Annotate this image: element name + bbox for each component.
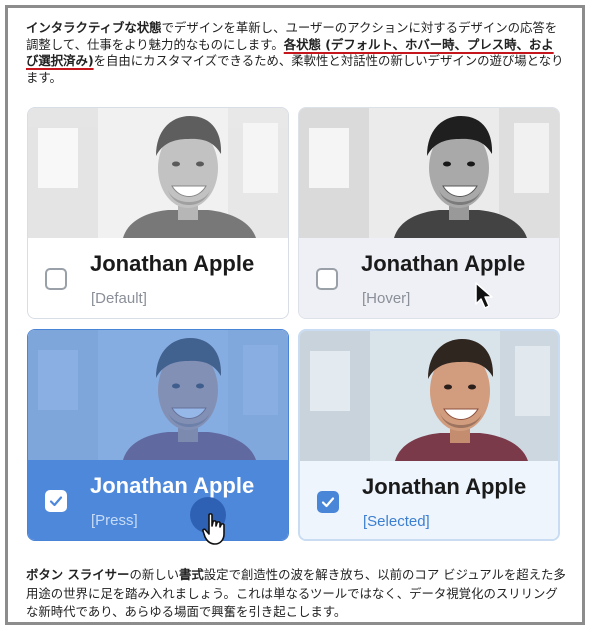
profile-photo bbox=[299, 108, 559, 238]
person-name: Jonathan Apple bbox=[361, 251, 526, 276]
person-name: Jonathan Apple bbox=[90, 251, 255, 276]
hand-cursor-icon bbox=[202, 513, 225, 545]
intro-bold-1: インタラクティブな状態 bbox=[26, 20, 162, 35]
person-card-selected[interactable]: Jonathan Apple [Selected] bbox=[298, 329, 560, 541]
outro-paragraph: ボタン スライサーの新しい書式設定で創造性の波を解き放ち、以前のコア ビジュアル… bbox=[26, 566, 566, 622]
outro-text-1: の新しい bbox=[129, 567, 180, 582]
outro-bold-2: 書式 bbox=[179, 567, 204, 582]
checkbox[interactable] bbox=[317, 491, 339, 513]
intro-text-2: を自由にカスタマイズできるため、柔軟性と対話性の新しいデザインの遊び場となります… bbox=[26, 53, 564, 85]
person-name: Jonathan Apple bbox=[362, 474, 527, 499]
person-card-default[interactable]: Jonathan Apple [Default] bbox=[27, 107, 289, 319]
person-name: Jonathan Apple bbox=[90, 473, 255, 498]
arrow-cursor-icon bbox=[475, 282, 493, 309]
profile-photo bbox=[28, 108, 288, 238]
person-card-hover[interactable]: Jonathan Apple [Hover] bbox=[298, 107, 560, 319]
checkbox[interactable] bbox=[45, 268, 67, 290]
state-label: [Selected] bbox=[363, 513, 430, 530]
outro-bold-1: ボタン スライサー bbox=[26, 567, 130, 582]
checkmark-icon bbox=[321, 497, 335, 508]
intro-paragraph: インタラクティブな状態でデザインを革新し、ユーザーのアクションに対するデザインの… bbox=[26, 20, 564, 86]
state-label: [Hover] bbox=[362, 290, 411, 307]
person-card-press[interactable]: Jonathan Apple [Press] bbox=[27, 329, 289, 541]
state-label: [Press] bbox=[91, 512, 138, 529]
profile-photo bbox=[300, 331, 558, 461]
checkbox[interactable] bbox=[45, 490, 67, 512]
profile-photo bbox=[28, 330, 288, 460]
state-label: [Default] bbox=[91, 290, 147, 307]
checkbox[interactable] bbox=[316, 268, 338, 290]
checkmark-icon bbox=[49, 496, 63, 507]
